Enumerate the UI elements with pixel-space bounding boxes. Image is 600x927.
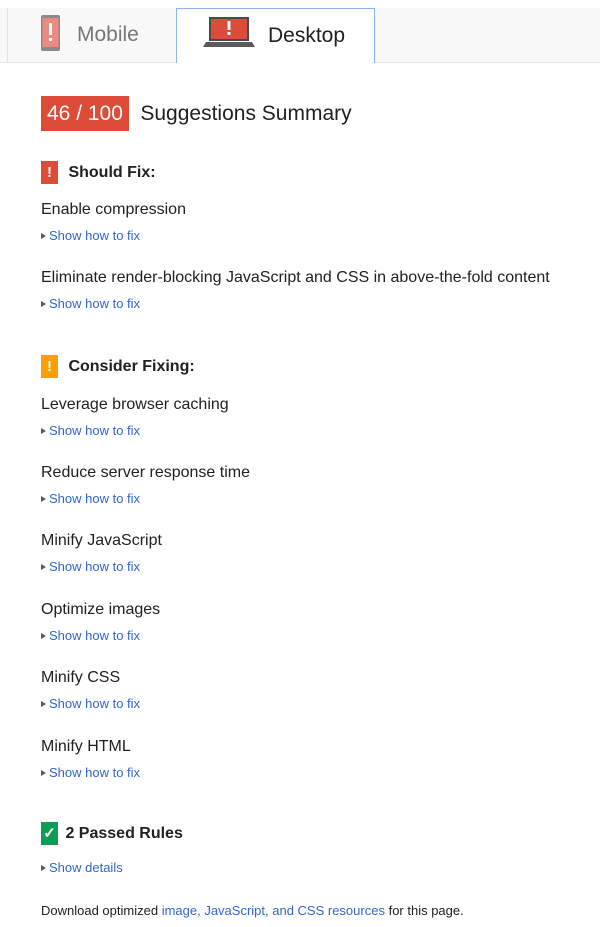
expand-triangle-icon <box>41 701 46 707</box>
tab-desktop-label: Desktop <box>268 24 346 47</box>
expand-triangle-icon <box>41 496 46 502</box>
rule-name: Minify JavaScript <box>41 532 162 549</box>
show-how-to-fix-link[interactable]: Show how to fix <box>41 423 229 439</box>
rule-minify-css: Minify CSS Show how to fix <box>41 668 140 712</box>
expand-triangle-icon <box>41 233 46 239</box>
rule-enable-compression: Enable compression Show how to fix <box>41 200 186 244</box>
expand-triangle-icon <box>41 564 46 570</box>
show-how-to-fix-link[interactable]: Show how to fix <box>41 491 250 507</box>
score-badge: 46 / 100 <box>41 96 129 131</box>
rule-optimize-images: Optimize images Show how to fix <box>41 600 160 644</box>
show-how-to-fix-link[interactable]: Show how to fix <box>41 296 550 312</box>
rule-minify-html: Minify HTML Show how to fix <box>41 737 140 781</box>
rule-name: Optimize images <box>41 601 161 618</box>
passed-rules-heading: ✓ 2 Passed Rules <box>41 822 183 845</box>
warning-orange-icon: ! <box>41 355 58 378</box>
show-how-to-fix-link[interactable]: Show how to fix <box>41 765 140 781</box>
tab-desktop[interactable]: Desktop <box>176 8 375 63</box>
expand-triangle-icon <box>41 770 46 776</box>
passed-rules-title: 2 Passed Rules <box>65 825 183 842</box>
show-how-to-fix-link[interactable]: Show how to fix <box>41 228 186 244</box>
expand-triangle-icon <box>41 301 46 307</box>
device-tab-bar: Mobile Desktop <box>0 8 600 63</box>
rule-name: Minify CSS <box>41 669 121 686</box>
show-how-to-fix-link[interactable]: Show how to fix <box>41 628 160 644</box>
page-title: Suggestions Summary <box>140 102 352 125</box>
download-resources-link[interactable]: image, JavaScript, and CSS resources <box>162 903 385 918</box>
passed-rules-details: Show details <box>41 852 123 876</box>
show-how-to-fix-link[interactable]: Show how to fix <box>41 559 162 575</box>
consider-fixing-heading: ! Consider Fixing: <box>41 355 195 378</box>
score-header: 46 / 100 Suggestions Summary <box>41 96 352 131</box>
consider-fixing-title: Consider Fixing: <box>68 358 195 375</box>
rule-name: Minify HTML <box>41 738 131 755</box>
rule-name: Eliminate render-blocking JavaScript and… <box>41 269 550 286</box>
rule-name: Reduce server response time <box>41 464 250 481</box>
rule-leverage-browser-caching: Leverage browser caching Show how to fix <box>41 395 229 439</box>
rule-eliminate-render-blocking: Eliminate render-blocking JavaScript and… <box>41 268 550 312</box>
checkmark-icon: ✓ <box>41 822 58 845</box>
phone-warning-icon <box>41 15 60 51</box>
warning-red-icon: ! <box>41 161 58 184</box>
tab-mobile-label: Mobile <box>77 23 139 46</box>
expand-triangle-icon <box>41 865 46 871</box>
show-details-link[interactable]: Show details <box>41 860 123 876</box>
laptop-warning-icon <box>203 17 255 47</box>
rule-name: Enable compression <box>41 201 186 218</box>
should-fix-heading: ! Should Fix: <box>41 161 156 184</box>
expand-triangle-icon <box>41 633 46 639</box>
tab-mobile[interactable]: Mobile <box>8 8 176 62</box>
rule-reduce-server-response-time: Reduce server response time Show how to … <box>41 463 250 507</box>
show-how-to-fix-link[interactable]: Show how to fix <box>41 696 140 712</box>
rule-name: Leverage browser caching <box>41 396 229 413</box>
expand-triangle-icon <box>41 428 46 434</box>
should-fix-title: Should Fix: <box>68 164 156 181</box>
rule-minify-javascript: Minify JavaScript Show how to fix <box>41 531 162 575</box>
download-resources-note: Download optimized image, JavaScript, an… <box>41 903 464 918</box>
